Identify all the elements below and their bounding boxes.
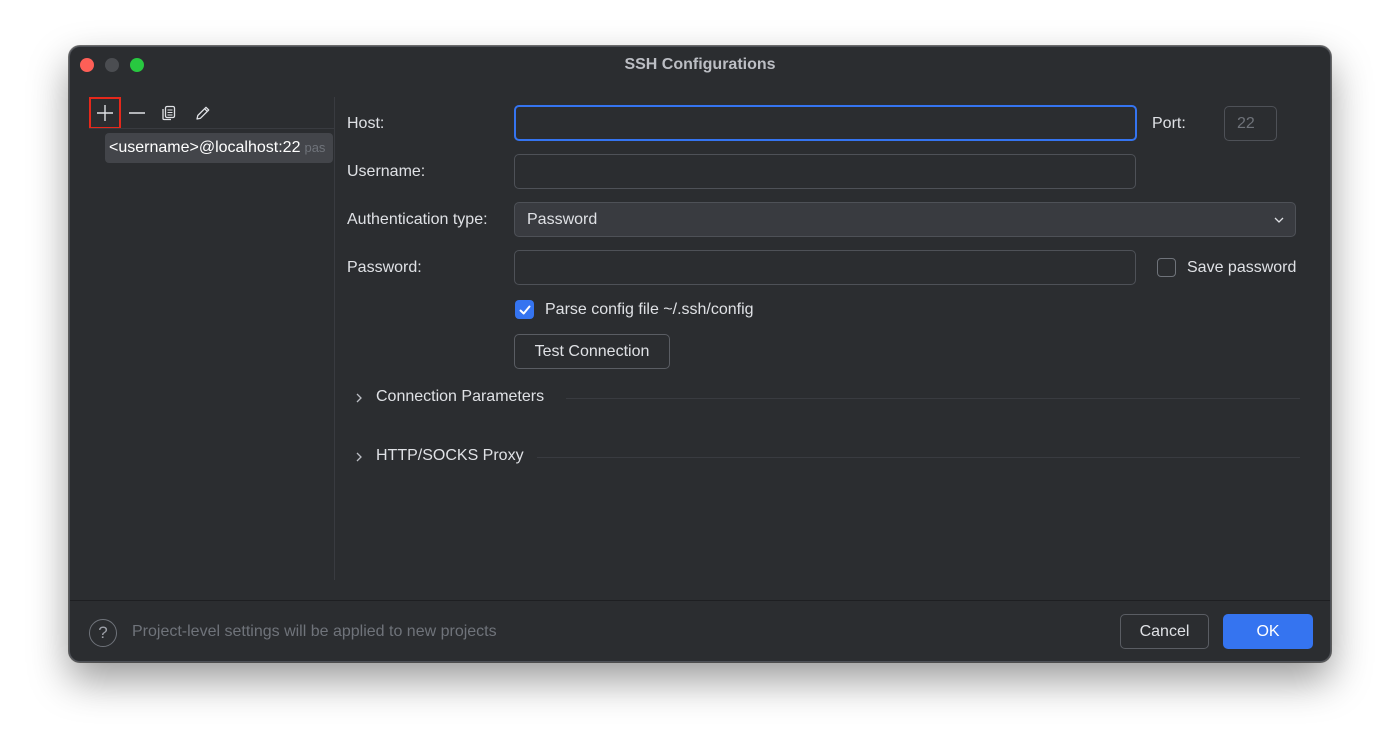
connection-parameters-section[interactable]: Connection Parameters [354,386,1300,410]
add-icon [97,105,113,121]
footer-divider [70,600,1330,601]
username-label: Username: [347,163,426,180]
parse-config-checkbox[interactable] [515,300,534,319]
config-list-item[interactable]: <username>@localhost:22 pas [105,133,333,163]
config-list-item-label: <username>@localhost:22 [109,139,301,156]
remove-configuration-button[interactable] [121,97,153,129]
parse-config-label: Parse config file ~/.ssh/config [545,301,754,318]
auth-type-select[interactable]: Password [514,202,1296,237]
chevron-right-icon [356,452,362,462]
host-input[interactable] [514,105,1137,141]
title-bar: SSH Configurations [70,47,1330,83]
copy-icon [162,105,176,121]
ok-button[interactable]: OK [1223,614,1313,649]
ssh-configurations-dialog: SSH Configurations <username>@localhost:… [69,46,1331,662]
password-input[interactable] [514,250,1136,285]
cancel-button[interactable]: Cancel [1120,614,1209,649]
checkmark-icon [519,305,530,314]
password-label: Password: [347,259,422,276]
help-icon[interactable]: ? [89,619,117,647]
proxy-label: HTTP/SOCKS Proxy [376,447,524,464]
save-password-checkbox[interactable] [1157,258,1176,277]
port-input[interactable]: 22 [1224,106,1277,141]
auth-type-value: Password [527,211,598,228]
footer-info-text: Project-level settings will be applied t… [132,623,497,640]
section-divider [566,398,1300,399]
section-divider [537,457,1300,458]
save-password-label: Save password [1187,259,1297,276]
connection-parameters-label: Connection Parameters [376,388,545,405]
add-configuration-button[interactable] [89,97,121,129]
edit-configuration-button[interactable] [187,97,219,129]
username-input[interactable] [514,154,1136,189]
window-title: SSH Configurations [624,56,776,73]
copy-configuration-button[interactable] [153,97,185,129]
port-label: Port: [1152,115,1186,132]
panel-splitter[interactable] [334,97,335,580]
test-connection-button[interactable]: Test Connection [514,334,670,369]
chevron-down-icon [1274,217,1284,223]
host-label: Host: [347,115,385,132]
toolbar-divider [89,128,334,129]
proxy-section[interactable]: HTTP/SOCKS Proxy [354,445,1300,469]
remove-icon [129,112,145,114]
chevron-right-icon [356,393,362,403]
auth-type-label: Authentication type: [347,211,488,228]
edit-icon [196,106,210,120]
config-list-item-hint: pas [304,140,326,155]
